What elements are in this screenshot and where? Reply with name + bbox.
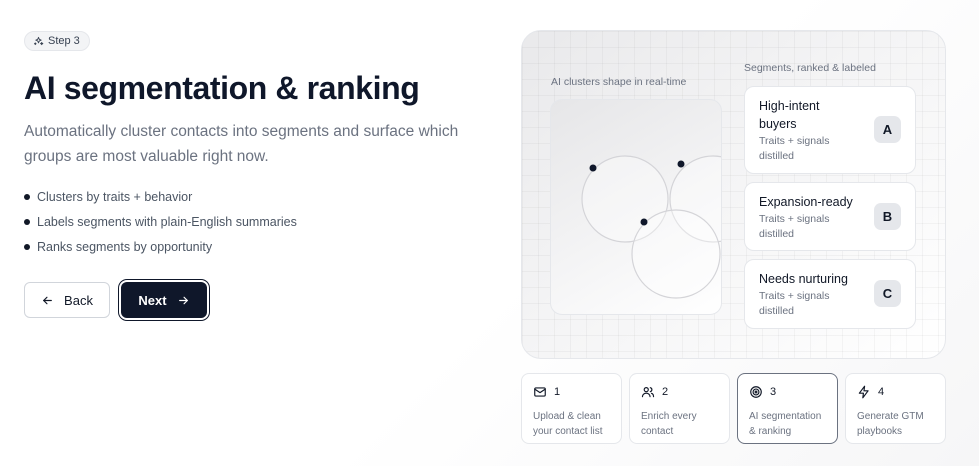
segment-card-b[interactable]: Expansion-ready Traits + signals distill… (744, 182, 916, 251)
feature-text: Labels segments with plain-English summa… (37, 214, 297, 229)
next-button[interactable]: Next (121, 282, 207, 318)
feature-list: Clusters by traits + behavior Labels seg… (24, 184, 297, 259)
segment-name: High-intent (759, 99, 820, 113)
clusters-label: AI clusters shape in real-time (551, 76, 687, 88)
step-pill-label: Step 3 (48, 35, 80, 47)
segment-description-continued: distilled (759, 150, 795, 162)
feature-item: Labels segments with plain-English summa… (24, 209, 297, 234)
step-card-4[interactable]: 4 Generate GTM playbooks (845, 373, 946, 444)
back-button[interactable]: Back (24, 282, 110, 318)
segment-card-c[interactable]: Needs nurturing Traits + signals distill… (744, 259, 916, 329)
feature-text: Clusters by traits + behavior (37, 189, 193, 204)
step-label: Enrich every (641, 411, 697, 422)
mail-icon (534, 387, 546, 397)
step-label-continued: playbooks (857, 426, 903, 437)
feature-text: Ranks segments by opportunity (37, 239, 213, 254)
feature-item: Clusters by traits + behavior (24, 184, 297, 209)
step-label-continued: your contact list (533, 426, 603, 437)
step-number: 2 (662, 386, 669, 398)
cluster-visualization (550, 99, 722, 315)
segment-card-a[interactable]: High-intent buyers Traits + signals dist… (744, 86, 916, 174)
cluster-point (640, 218, 648, 226)
page-subtitle: Automatically cluster contacts into segm… (24, 123, 459, 165)
arrow-right-icon (178, 296, 188, 304)
step-card-2[interactable]: 2 Enrich every contact (629, 373, 730, 444)
back-button-label: Back (64, 292, 93, 308)
segmentation-preview-panel: AI clusters shape in real-time Segments,… (521, 30, 946, 359)
step-number: 4 (878, 386, 885, 398)
step-label-continued: & ranking (749, 426, 792, 437)
segments-label: Segments, ranked & labeled (744, 62, 876, 74)
segment-rank-badge: C (874, 280, 901, 307)
feature-item: Ranks segments by opportunity (24, 234, 297, 259)
zap-icon (858, 385, 869, 399)
arrow-left-icon (43, 296, 52, 304)
target-icon (750, 386, 762, 398)
step-label: Generate GTM (857, 411, 924, 422)
bullet-dot (24, 218, 30, 225)
cluster-point (589, 164, 597, 172)
bullet-dot (24, 243, 30, 250)
step-number: 3 (770, 386, 777, 398)
step-card-3[interactable]: 3 AI segmentation & ranking (737, 373, 838, 444)
segment-rank-badge: A (874, 116, 901, 143)
step-pill: Step 3 (24, 31, 90, 51)
step-label-continued: contact (641, 426, 674, 437)
step-label: AI segmentation (749, 411, 822, 422)
step-card-1[interactable]: 1 Upload & clean your contact list (521, 373, 622, 444)
next-button-label: Next (138, 292, 167, 308)
users-icon (641, 387, 655, 398)
step-number: 1 (554, 386, 561, 398)
page-title: AI segmentation & ranking (24, 70, 420, 106)
step-label: Upload & clean (533, 411, 601, 422)
cluster-point (677, 160, 685, 168)
sparkles-icon (33, 36, 44, 45)
bullet-dot (24, 193, 30, 200)
segment-rank-badge: B (874, 203, 901, 230)
